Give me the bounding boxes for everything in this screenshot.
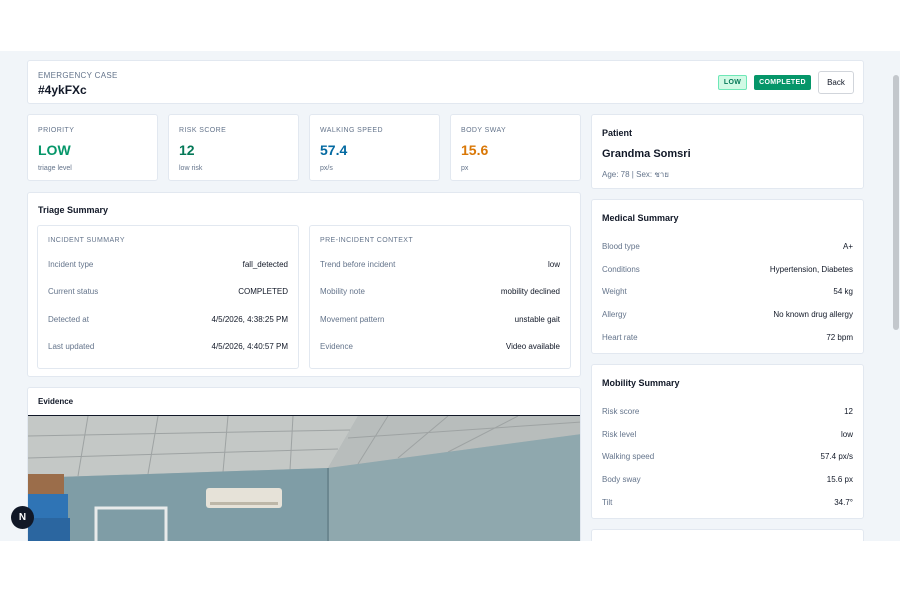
stat-sub: px xyxy=(461,165,469,172)
stat-value: 12 xyxy=(179,142,195,158)
row-key: Allergy xyxy=(602,310,627,319)
row-key: Heart rate xyxy=(602,333,638,342)
case-label: EMERGENCY CASE xyxy=(38,71,118,80)
page-scrollbar[interactable] xyxy=(892,51,900,541)
stat-sub: triage level xyxy=(38,165,72,172)
pre-incident-context-card: PRE-INCIDENT CONTEXT Trend before incide… xyxy=(309,225,571,369)
row-value: low xyxy=(547,260,560,269)
evidence-title: Evidence xyxy=(38,397,74,406)
case-id: #4ykFXc xyxy=(38,83,87,97)
row-value: Video available xyxy=(505,342,560,351)
row-value: 4/5/2026, 4:40:57 PM xyxy=(211,342,289,351)
row-key: Movement pattern xyxy=(320,315,385,324)
stat-value: 57.4 xyxy=(320,142,348,158)
stat-risk-score: RISK SCORE 12 low risk xyxy=(168,114,299,181)
row-value: 54 kg xyxy=(833,287,853,296)
stat-label: RISK SCORE xyxy=(179,127,227,134)
medical-row: Blood type A+ xyxy=(602,242,853,251)
incident-row: Detected at 4/5/2026, 4:38:25 PM xyxy=(48,315,288,324)
row-key: Last updated xyxy=(48,342,95,351)
room-scene-image xyxy=(28,416,580,541)
patient-name: Grandma Somsri xyxy=(602,148,691,160)
stat-value: 15.6 xyxy=(461,142,489,158)
row-value: 4/5/2026, 4:38:25 PM xyxy=(211,315,289,324)
row-value: 34.7° xyxy=(834,498,853,507)
patient-meta: Age: 78 | Sex: ชาย xyxy=(602,170,669,179)
mobility-row: Tilt 34.7° xyxy=(602,498,853,507)
row-key: Incident type xyxy=(48,260,94,269)
row-value: Hypertension, Diabetes xyxy=(769,265,853,274)
next-card xyxy=(591,529,864,541)
row-key: Evidence xyxy=(320,342,353,351)
row-key: Body sway xyxy=(602,475,641,484)
incident-row: Current status COMPLETED xyxy=(48,287,288,296)
row-value: 15.6 px xyxy=(826,475,853,484)
context-row: Movement pattern unstable gait xyxy=(320,315,560,324)
case-header: EMERGENCY CASE #4ykFXc LOW COMPLETED Bac… xyxy=(27,60,864,104)
incident-row: Last updated 4/5/2026, 4:40:57 PM xyxy=(48,342,288,351)
scrollbar-thumb[interactable] xyxy=(893,75,899,330)
stat-label: PRIORITY xyxy=(38,127,75,134)
evidence-video-frame[interactable] xyxy=(28,416,580,541)
stat-label: WALKING SPEED xyxy=(320,127,383,134)
patient-label: Patient xyxy=(602,128,633,138)
row-key: Walking speed xyxy=(602,452,655,461)
row-key: Current status xyxy=(48,287,99,296)
page-viewport: EMERGENCY CASE #4ykFXc LOW COMPLETED Bac… xyxy=(0,51,900,541)
row-key: Risk score xyxy=(602,407,640,416)
row-value: low xyxy=(840,430,853,439)
row-key: Trend before incident xyxy=(320,260,396,269)
dev-tools-badge[interactable]: N xyxy=(11,506,34,529)
row-value: fall_detected xyxy=(242,260,288,269)
incident-summary-title: INCIDENT SUMMARY xyxy=(48,237,125,244)
medical-row: Allergy No known drug allergy xyxy=(602,310,853,319)
stat-label: BODY SWAY xyxy=(461,127,507,134)
medical-row: Conditions Hypertension, Diabetes xyxy=(602,265,853,274)
stat-sub: low risk xyxy=(179,165,203,172)
row-value: 57.4 px/s xyxy=(820,452,853,461)
incident-summary-card: INCIDENT SUMMARY Incident type fall_dete… xyxy=(37,225,299,369)
row-value: COMPLETED xyxy=(238,287,288,296)
stat-sub: px/s xyxy=(320,165,333,172)
priority-badge: LOW xyxy=(718,75,747,90)
mobility-row: Body sway 15.6 px xyxy=(602,475,853,484)
row-key: Blood type xyxy=(602,242,640,251)
row-key: Weight xyxy=(602,287,627,296)
row-key: Mobility note xyxy=(320,287,365,296)
triage-title: Triage Summary xyxy=(38,205,109,215)
mobility-row: Risk score 12 xyxy=(602,407,853,416)
row-value: 12 xyxy=(844,407,853,416)
status-badge: COMPLETED xyxy=(754,75,811,90)
incident-row: Incident type fall_detected xyxy=(48,260,288,269)
stat-value: LOW xyxy=(38,142,71,158)
row-value: mobility declined xyxy=(500,287,560,296)
stat-priority: PRIORITY LOW triage level xyxy=(27,114,158,181)
context-row: Trend before incident low xyxy=(320,260,560,269)
mobility-row: Walking speed 57.4 px/s xyxy=(602,452,853,461)
row-value: No known drug allergy xyxy=(773,310,853,319)
pre-incident-title: PRE-INCIDENT CONTEXT xyxy=(320,237,414,244)
medical-summary-card: Medical Summary Blood type A+ Conditions… xyxy=(591,199,864,354)
mobility-summary-title: Mobility Summary xyxy=(602,378,680,388)
evidence-panel: Evidence xyxy=(27,387,581,541)
stat-body-sway: BODY SWAY 15.6 px xyxy=(450,114,581,181)
row-key: Conditions xyxy=(602,265,640,274)
row-value: unstable gait xyxy=(514,315,560,324)
row-key: Tilt xyxy=(602,498,613,507)
triage-summary-panel: Triage Summary INCIDENT SUMMARY Incident… xyxy=(27,192,581,377)
medical-row: Heart rate 72 bpm xyxy=(602,333,853,342)
mobility-summary-card: Mobility Summary Risk score 12 Risk leve… xyxy=(591,364,864,519)
row-key: Detected at xyxy=(48,315,89,324)
context-row: Evidence Video available xyxy=(320,342,560,351)
row-value: 72 bpm xyxy=(826,333,853,342)
mobility-row: Risk level low xyxy=(602,430,853,439)
medical-row: Weight 54 kg xyxy=(602,287,853,296)
context-row: Mobility note mobility declined xyxy=(320,287,560,296)
back-button[interactable]: Back xyxy=(818,71,854,94)
patient-card: Patient Grandma Somsri Age: 78 | Sex: ชา… xyxy=(591,114,864,189)
row-key: Risk level xyxy=(602,430,637,439)
row-value: A+ xyxy=(842,242,853,251)
stat-walking-speed: WALKING SPEED 57.4 px/s xyxy=(309,114,440,181)
medical-summary-title: Medical Summary xyxy=(602,213,679,223)
